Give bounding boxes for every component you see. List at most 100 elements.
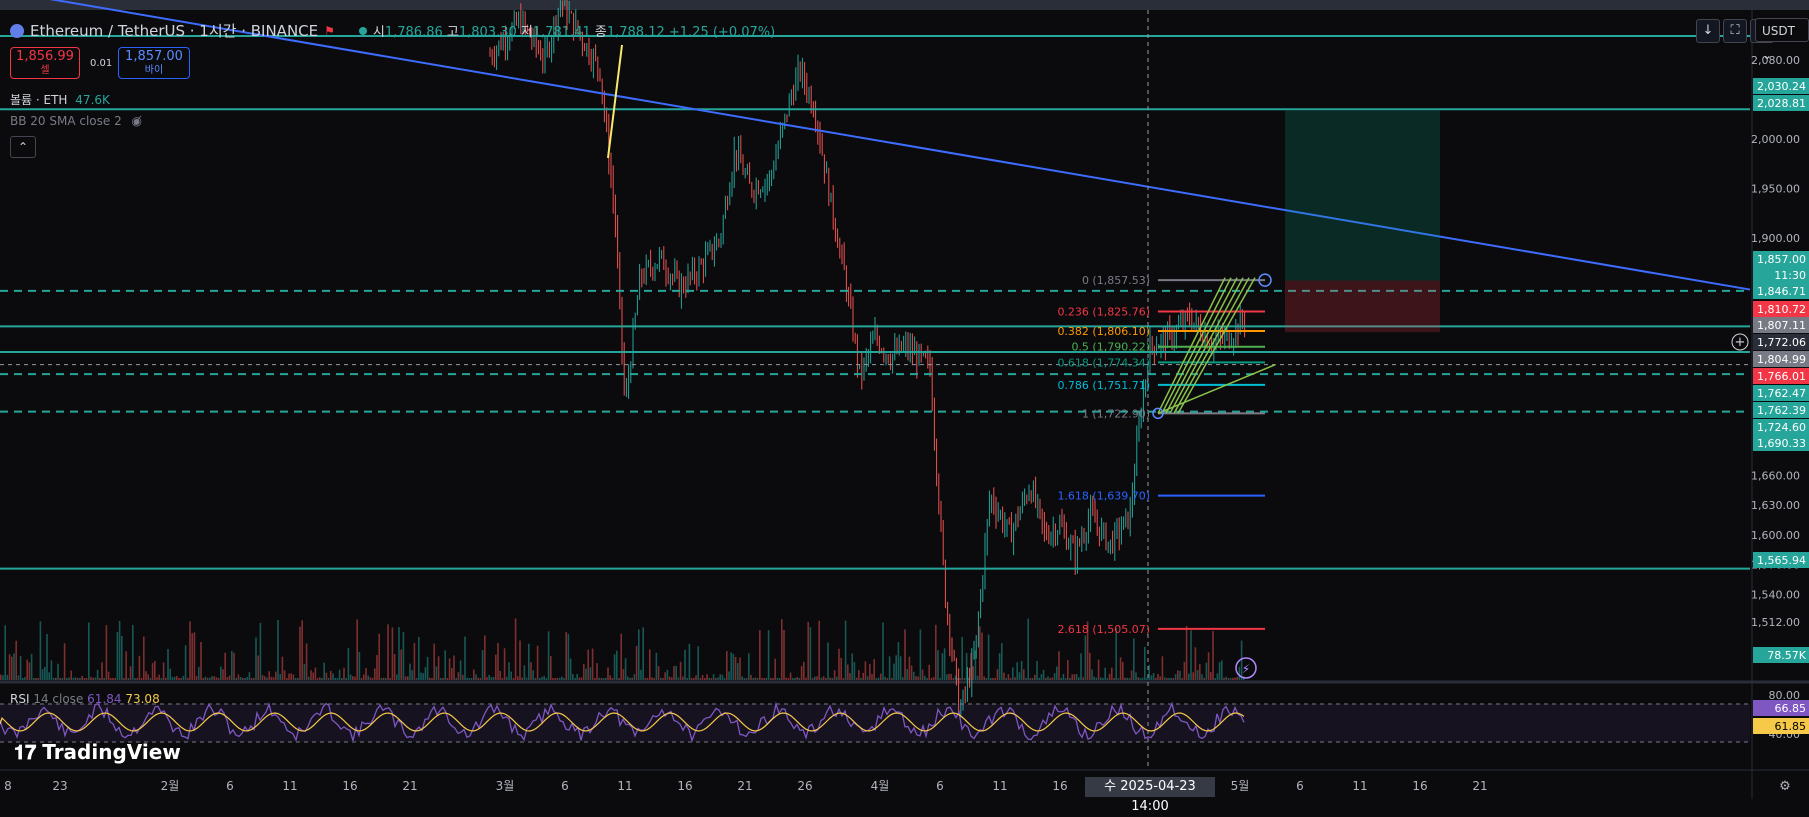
volume-bar [453, 655, 455, 680]
volume-bar [433, 643, 435, 680]
volume-bar [807, 621, 809, 680]
volume-bar [1199, 664, 1201, 680]
volume-bar [963, 677, 966, 680]
volume-bar [1018, 672, 1021, 680]
volume-bar [950, 673, 952, 680]
volume-bar [1051, 677, 1054, 680]
chart-canvas[interactable]: 0 (1,857.53) 0.236 (1,825.76) 0.382 (1,806… [0, 0, 1809, 799]
volume-bar [422, 673, 424, 680]
volume-bar [1042, 669, 1045, 680]
volume-bar [1001, 643, 1003, 680]
volume-bar [393, 654, 396, 680]
time-tick-label: 6 [1296, 779, 1304, 793]
flag-icon[interactable]: ⚑ [324, 24, 335, 38]
volume-bar [55, 677, 57, 680]
volume-bar [1053, 673, 1056, 680]
volume-bar [1177, 670, 1179, 680]
volume-bar [464, 636, 466, 680]
volume-bar [743, 677, 746, 680]
volume-bar [600, 677, 603, 680]
volume-bar [303, 663, 306, 680]
volume-bar [321, 677, 323, 680]
volume-bar [39, 621, 42, 680]
fullscreen-button[interactable]: ⛶ [1723, 19, 1747, 43]
volume-bar [158, 674, 160, 680]
volume-bar [488, 674, 490, 680]
rsi-legend[interactable]: RSI 14 close 61.84 73.08 [10, 692, 160, 706]
volume-bar [587, 649, 589, 680]
volume-bar [774, 658, 776, 680]
volume-bar [1232, 677, 1234, 680]
volume-bar [299, 626, 301, 680]
scroll-down-button[interactable]: ↓ [1696, 19, 1720, 43]
volume-bar [1172, 677, 1175, 680]
volume-bar [697, 646, 699, 680]
volume-bar [668, 676, 671, 680]
volume-bar [1229, 677, 1232, 680]
volume-bar [1146, 677, 1148, 680]
volume-bar [708, 677, 710, 680]
volume-bar [211, 676, 213, 680]
time-tick-label: 11 [992, 779, 1007, 793]
volume-bar [915, 676, 917, 680]
volume-bar [519, 640, 521, 680]
volume-bar [1212, 631, 1214, 680]
volume-bar [479, 677, 482, 680]
volume-bar [1170, 677, 1172, 680]
currency-select[interactable]: USDT ⌄ [1755, 18, 1809, 62]
volume-bar [660, 677, 662, 680]
volume-bar [627, 676, 629, 680]
buy-button[interactable]: 1,857.00 바이 [118, 47, 190, 79]
volume-bar [877, 677, 880, 680]
volume-bar [17, 675, 20, 680]
fib-level-label: 0.786 (1,751.71) [1057, 379, 1150, 392]
volume-bar [382, 677, 385, 680]
volume-bar [1179, 670, 1181, 680]
volume-bar [849, 673, 851, 680]
volume-bar [829, 677, 831, 680]
volume-bar [521, 677, 523, 680]
volume-bar [602, 677, 605, 680]
volume-bar [1102, 677, 1104, 680]
volume-bar [1091, 669, 1093, 680]
market-status-icon [358, 26, 367, 35]
volume-bar [613, 654, 616, 680]
volume-bar [686, 677, 688, 680]
price-label: 1,766.01 [1757, 370, 1806, 383]
volume-bar [974, 650, 977, 680]
volume-bar [429, 677, 431, 680]
volume-bar [765, 677, 768, 680]
volume-bar [552, 677, 554, 680]
volume-bar [154, 661, 156, 680]
volume-bar [363, 674, 365, 680]
volume-bar [893, 663, 895, 680]
volume-bar [446, 677, 449, 680]
volume-bar [679, 661, 682, 680]
volume-bar [895, 655, 897, 680]
eye-hidden-icon[interactable]: ◉̸ [132, 114, 142, 128]
symbol-title[interactable]: Ethereum / TetherUS · 1시간 · BINANCE [30, 20, 318, 41]
volume-bar [215, 677, 218, 680]
volume-legend[interactable]: 볼륨 · ETH 47.6K [10, 91, 110, 108]
volume-bar [591, 648, 594, 680]
volume-bar [1207, 652, 1210, 680]
volume-bar [499, 670, 501, 680]
volume-bar [182, 675, 185, 680]
volume-bar [624, 658, 627, 680]
volume-bar [105, 625, 108, 680]
sell-button[interactable]: 1,856.99 셀 [10, 47, 80, 79]
volume-bar [556, 677, 559, 680]
bb-legend[interactable]: BB 20 SMA close 2 ◉̸ [10, 114, 142, 128]
volume-bar [94, 677, 97, 680]
volume-bar [693, 677, 695, 680]
volume-bar [616, 650, 618, 680]
spread-value: 0.01 [90, 58, 113, 69]
collapse-legend-button[interactable]: ⌃ [10, 136, 36, 158]
volume-bar [239, 676, 242, 680]
volume-bar [1047, 676, 1049, 680]
volume-bar [822, 676, 825, 680]
volume-bar [1058, 651, 1060, 680]
volume-bar [448, 658, 451, 680]
volume-bar [941, 653, 944, 680]
price-label: 1,762.47 [1757, 387, 1806, 400]
